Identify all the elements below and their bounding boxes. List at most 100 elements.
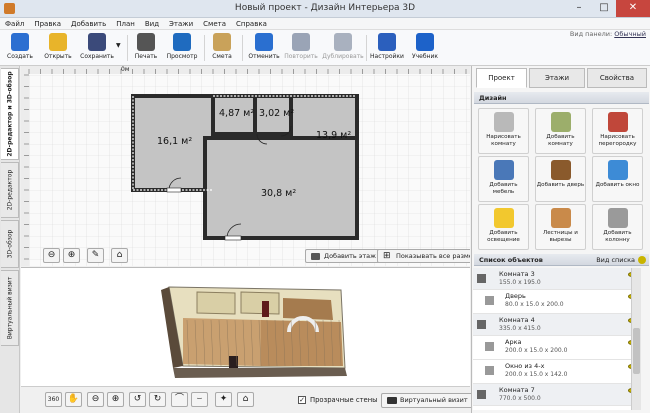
title-bar: Новый проект - Дизайн Интерьера 3D – □ ✕ — [0, 0, 650, 18]
ruler-origin-label: 0м — [121, 66, 130, 73]
menu-help[interactable]: Справка — [231, 18, 272, 30]
help-icon — [416, 33, 434, 51]
open-folder-icon — [49, 33, 67, 51]
home-3d-button[interactable]: ⌂ — [237, 392, 254, 407]
estimate-icon — [213, 33, 231, 51]
ruler-button[interactable]: ✎ — [87, 248, 104, 263]
preview-button[interactable]: Просмотр — [165, 31, 199, 65]
object-icon — [485, 366, 494, 375]
object-list-item[interactable]: Комната 7 770.0 x 500.0 — [473, 384, 631, 406]
settings-button[interactable]: Настройки — [369, 31, 405, 65]
add-floor-button[interactable]: Добавить этаж — [305, 249, 381, 263]
duplicate-button[interactable]: Дублировать — [322, 31, 364, 65]
plan-canvas[interactable] — [21, 66, 470, 266]
light-icon[interactable]: ✦ — [215, 392, 232, 407]
close-button[interactable]: ✕ — [616, 0, 650, 17]
zoom-out-button[interactable]: ⊖ — [43, 248, 60, 263]
view-panel-selector[interactable]: Вид панели: Обычный — [570, 30, 646, 38]
object-list-item[interactable]: Комната 3 155.0 x 195.0 — [473, 268, 631, 290]
transparent-walls-checkbox[interactable]: ✓ — [298, 396, 306, 404]
plan-editor[interactable]: 0м 16,1 м² 4,87 м² 3,02 м² 13,9 м² 30,8 … — [21, 66, 470, 266]
rotate-left-icon[interactable]: ↺ — [129, 392, 146, 407]
design-button-3[interactable]: Нарисовать перегородку — [592, 108, 643, 154]
3d-view[interactable] — [21, 267, 470, 386]
lightbulb-icon — [493, 208, 514, 228]
menu-plan[interactable]: План — [111, 18, 140, 30]
design-section-header: Дизайн — [474, 92, 649, 104]
virtual-visit-button[interactable]: Виртуальный визит — [381, 393, 473, 408]
object-list-item[interactable]: Комната 4 335.0 x 415.0 — [473, 314, 631, 336]
tilt-up-icon[interactable]: ⌒ — [171, 392, 188, 407]
design-button-7[interactable]: Добавить освещение — [478, 204, 529, 250]
object-list-item[interactable]: Дверь 80.0 x 15.0 x 200.0 — [473, 290, 631, 314]
design-button-9[interactable]: Добавить колонну — [592, 204, 643, 250]
pan-hand-icon[interactable]: ✋ — [65, 392, 82, 407]
scrollbar-thumb[interactable] — [633, 328, 640, 374]
object-list[interactable]: Комната 3 155.0 x 195.0 Дверь 80.0 x 15.0 x… — [473, 268, 631, 410]
tab-2d[interactable]: 2D-редактор — [1, 162, 19, 218]
object-list-item[interactable]: Арка 200.0 x 15.0 x 200.0 — [473, 336, 631, 360]
print-button[interactable]: Печать — [131, 31, 161, 65]
tab-floors[interactable]: Этажи — [529, 68, 585, 88]
tilt-down-icon[interactable]: ⌣ — [191, 392, 208, 407]
menu-estimate[interactable]: Смета — [198, 18, 231, 30]
object-list-item[interactable]: Окно из 4-х 200.0 x 15.0 x 142.0 — [473, 360, 631, 384]
design-button-8[interactable]: Лестницы и вырезы — [535, 204, 586, 250]
design-button-4[interactable]: Добавить мебель — [478, 156, 529, 202]
tab-2d-3d[interactable]: 2D-редактор и 3D-обзор — [1, 68, 19, 160]
maximize-button[interactable]: □ — [592, 0, 616, 17]
zoom-in-3d-button[interactable]: ⊕ — [107, 392, 124, 407]
undo-button[interactable]: Отменить — [246, 31, 282, 65]
ruler-horizontal — [21, 66, 470, 74]
side-tabs: 2D-редактор и 3D-обзор 2D-редактор 3D-об… — [0, 66, 20, 413]
show-dimensions-button[interactable]: ⊞Показывать все размеры — [377, 249, 470, 263]
menu-add[interactable]: Добавить — [66, 18, 111, 30]
save-dropdown-icon[interactable]: ▼ — [116, 42, 121, 49]
home-button[interactable]: ⌂ — [111, 248, 128, 263]
list-view-toggle[interactable]: Вид списка — [596, 254, 635, 266]
design-button-5[interactable]: Добавить дверь — [535, 156, 586, 202]
tab-virtual-visit[interactable]: Виртуальный визит — [1, 270, 19, 346]
furniture-icon — [493, 160, 514, 180]
room-area-label: 4,87 м² — [219, 108, 255, 119]
menu-bar: Файл Правка Добавить План Вид Этажи Смета Справ… — [0, 18, 650, 30]
object-dimensions: 335.0 x 415.0 — [499, 325, 541, 332]
zoom-in-button[interactable]: ⊕ — [63, 248, 80, 263]
zoom-out-3d-button[interactable]: ⊖ — [87, 392, 104, 407]
object-dimensions: 770.0 x 500.0 — [499, 395, 541, 402]
object-list-scrollbar[interactable] — [631, 268, 641, 410]
design-button-6[interactable]: Добавить окно — [592, 156, 643, 202]
transparent-walls-label: Прозрачные стены — [310, 396, 378, 404]
minimize-button[interactable]: – — [566, 0, 592, 17]
3d-toolbar: 360 ✋ ⊖ ⊕ ↺ ↻ ⌒ ⌣ ✦ ⌂ ✓ Прозрачные стены… — [21, 386, 473, 413]
object-dimensions: 200.0 x 15.0 x 200.0 — [505, 347, 568, 354]
design-button-2[interactable]: Добавить комнату — [535, 108, 586, 154]
menu-floors[interactable]: Этажи — [164, 18, 198, 30]
rotate-360-icon[interactable]: 360 — [45, 392, 62, 407]
view-panel-value[interactable]: Обычный — [614, 30, 646, 38]
room-icon — [477, 390, 486, 399]
camera-icon — [387, 397, 397, 404]
redo-button[interactable]: Повторить — [283, 31, 319, 65]
design-button-1[interactable]: Нарисовать комнату — [478, 108, 529, 154]
menu-view[interactable]: Вид — [140, 18, 164, 30]
tab-properties[interactable]: Свойства — [587, 68, 647, 88]
brick-wall-icon — [607, 112, 628, 132]
design-button-label: Нарисовать комнату — [486, 134, 521, 147]
estimate-button[interactable]: Смета — [208, 31, 236, 65]
list-view-icon[interactable] — [638, 256, 646, 264]
design-button-label: Лестницы и вырезы — [543, 230, 578, 243]
object-dimensions: 80.0 x 15.0 x 200.0 — [505, 301, 564, 308]
save-button[interactable]: Сохранить — [78, 31, 116, 65]
open-button[interactable]: Открыть — [40, 31, 76, 65]
toolbar-separator — [127, 35, 128, 61]
3d-canvas[interactable] — [21, 268, 470, 387]
rotate-right-icon[interactable]: ↻ — [149, 392, 166, 407]
tab-3d[interactable]: 3D-обзор — [1, 220, 19, 268]
menu-edit[interactable]: Правка — [29, 18, 66, 30]
create-button[interactable]: Создать — [4, 31, 36, 65]
tab-project[interactable]: Проект — [476, 68, 527, 88]
object-dimensions: 155.0 x 195.0 — [499, 279, 541, 286]
menu-file[interactable]: Файл — [0, 18, 29, 30]
tutorial-button[interactable]: Учебник — [409, 31, 441, 65]
